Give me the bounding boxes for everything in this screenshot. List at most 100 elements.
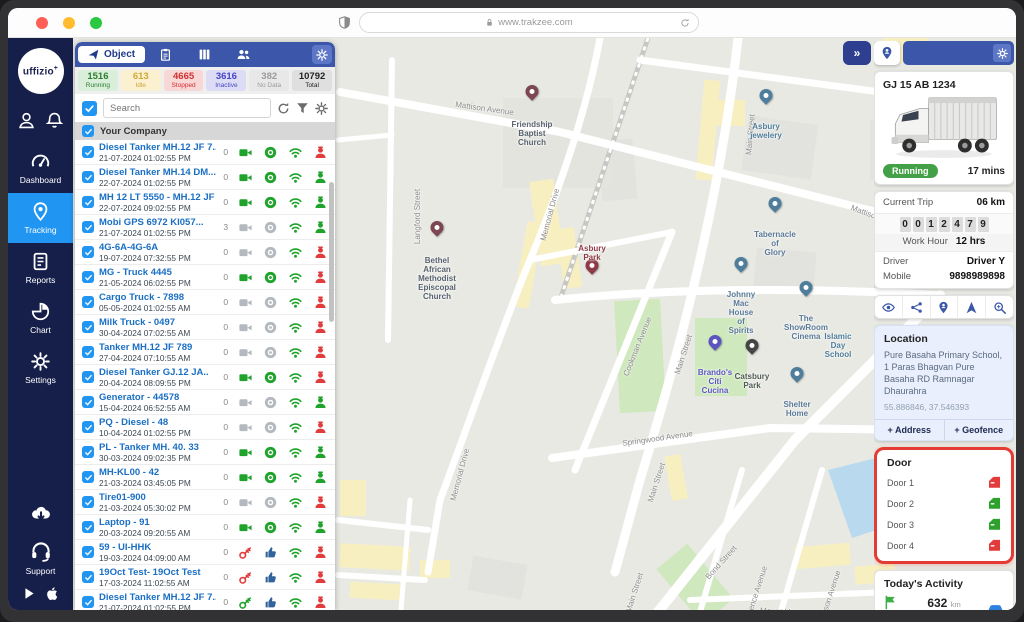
sidebar-item-support[interactable]: Support: [8, 535, 73, 581]
vehicle-row[interactable]: Tire01-90021-03-2024 05:30:02 PM0: [75, 490, 335, 515]
vehicle-name[interactable]: Diesel Tanker MH.12 JF 7...: [99, 142, 216, 153]
driver-icon[interactable]: [314, 521, 327, 534]
power-icon[interactable]: [264, 196, 277, 209]
apple-icon[interactable]: [46, 587, 59, 600]
power-icon[interactable]: [264, 321, 277, 334]
vehicle-checkbox[interactable]: [82, 346, 94, 358]
vehicle-row[interactable]: Diesel Tanker MH.12 JF 7...21-07-2024 01…: [75, 590, 335, 610]
traffic-lights[interactable]: [36, 17, 102, 29]
person-pin-tab[interactable]: [874, 41, 900, 65]
camera-icon[interactable]: [239, 171, 252, 184]
wifi-icon[interactable]: [289, 146, 302, 159]
stat-total[interactable]: 10792Total: [292, 70, 332, 91]
key-icon[interactable]: [239, 571, 252, 584]
vehicle-name[interactable]: MH 12 LT 5550 - MH.12 JF 7...: [99, 192, 216, 203]
apple-icon[interactable]: [46, 587, 59, 600]
vehicle-name[interactable]: 59 - UI-HHK: [99, 542, 216, 553]
camera-icon[interactable]: [239, 446, 252, 459]
stat-idle[interactable]: 613Idle: [121, 70, 161, 91]
sidebar-item-download[interactable]: [8, 497, 73, 529]
vehicle-row[interactable]: 59 - UI-HHK19-03-2024 04:09:00 AM0: [75, 540, 335, 565]
vehicle-card[interactable]: GJ 15 AB 1234 Running 17 mins: [874, 71, 1014, 185]
power-icon[interactable]: [264, 396, 277, 409]
url-bar[interactable]: www.trakzee.com: [359, 12, 699, 33]
refresh-icon[interactable]: [277, 102, 290, 115]
camera-icon[interactable]: [239, 521, 252, 534]
search-input[interactable]: [103, 98, 271, 118]
camera-icon[interactable]: [239, 271, 252, 284]
sidebar-item-settings[interactable]: Settings: [8, 343, 73, 393]
vehicle-row[interactable]: MG - Truck 444521-05-2024 06:02:55 PM0: [75, 265, 335, 290]
driver-icon[interactable]: [314, 546, 327, 559]
thumb-icon[interactable]: [264, 546, 277, 559]
wifi-icon[interactable]: [289, 196, 302, 209]
vehicle-checkbox[interactable]: [82, 571, 94, 583]
select-all-checkbox[interactable]: [82, 101, 97, 116]
share-button[interactable]: [903, 296, 931, 318]
tab-clipboard[interactable]: [147, 45, 184, 64]
power-icon[interactable]: [264, 146, 277, 159]
vehicle-checkbox[interactable]: [82, 546, 94, 558]
wifi-icon[interactable]: [289, 221, 302, 234]
vehicle-row[interactable]: MH-KL00 - 4221-03-2024 03:45:05 PM0: [75, 465, 335, 490]
vehicle-name[interactable]: MG - Truck 4445: [99, 267, 216, 278]
list-scrollbar[interactable]: [329, 182, 334, 322]
driver-icon[interactable]: [314, 371, 327, 384]
vehicle-name[interactable]: Mobi GPS 6972 KI057...: [99, 217, 216, 228]
eye-button[interactable]: [875, 296, 903, 318]
wifi-icon[interactable]: [289, 496, 302, 509]
vehicle-row[interactable]: Mobi GPS 6972 KI057...21-07-2024 01:02:5…: [75, 215, 335, 240]
zoom-search-button[interactable]: [986, 296, 1013, 318]
driver-icon[interactable]: [314, 596, 327, 609]
camera-icon[interactable]: [239, 246, 252, 259]
vehicle-row[interactable]: 19Oct Test- 19Oct Test17-03-2024 11:02:5…: [75, 565, 335, 590]
vehicle-checkbox[interactable]: [82, 221, 94, 233]
sidebar-item-tracking[interactable]: Tracking: [8, 193, 73, 243]
company-checkbox[interactable]: [82, 125, 94, 137]
close-button[interactable]: [36, 17, 48, 29]
sidebar-item-dashboard[interactable]: Dashboard: [8, 143, 73, 193]
wifi-icon[interactable]: [289, 571, 302, 584]
driver-icon[interactable]: [314, 421, 327, 434]
key-icon[interactable]: [239, 596, 252, 609]
wifi-icon[interactable]: [289, 171, 302, 184]
vehicle-name[interactable]: Cargo Truck - 7898: [99, 292, 216, 303]
vehicle-row[interactable]: PQ - Diesel - 4810-04-2024 01:02:55 PM0: [75, 415, 335, 440]
vehicle-checkbox[interactable]: [82, 396, 94, 408]
vehicle-row[interactable]: PL - Tanker MH. 40. 3330-03-2024 09:02:3…: [75, 440, 335, 465]
driver-icon[interactable]: [314, 496, 327, 509]
vehicle-name[interactable]: 19Oct Test- 19Oct Test: [99, 567, 216, 578]
bell-icon[interactable]: [46, 112, 63, 129]
wifi-icon[interactable]: [289, 271, 302, 284]
wifi-icon[interactable]: [289, 446, 302, 459]
thumb-icon[interactable]: [264, 571, 277, 584]
sidebar-item-chart[interactable]: Chart: [8, 293, 73, 343]
key-icon[interactable]: [239, 546, 252, 559]
vehicle-row[interactable]: Generator - 4457815-04-2024 06:52:55 AM0: [75, 390, 335, 415]
vehicle-checkbox[interactable]: [82, 371, 94, 383]
gear-icon[interactable]: [315, 102, 328, 115]
vehicle-name[interactable]: Diesel Tanker MH.12 JF 7...: [99, 592, 216, 603]
power-icon[interactable]: [264, 271, 277, 284]
vehicle-row[interactable]: Tanker MH.12 JF 78927-04-2024 07:10:55 A…: [75, 340, 335, 365]
wifi-icon[interactable]: [289, 371, 302, 384]
vehicle-name[interactable]: Tire01-900: [99, 492, 216, 503]
driver-icon[interactable]: [314, 471, 327, 484]
driver-icon[interactable]: [314, 221, 327, 234]
reload-icon[interactable]: [680, 18, 690, 28]
tab-object[interactable]: Object: [78, 46, 145, 63]
minimize-button[interactable]: [63, 17, 75, 29]
camera-icon[interactable]: [239, 471, 252, 484]
power-icon[interactable]: [264, 446, 277, 459]
wifi-icon[interactable]: [289, 396, 302, 409]
camera-icon[interactable]: [239, 296, 252, 309]
camera-icon[interactable]: [239, 496, 252, 509]
power-icon[interactable]: [264, 496, 277, 509]
driver-icon[interactable]: [314, 296, 327, 309]
vehicle-name[interactable]: Tanker MH.12 JF 789: [99, 342, 216, 353]
driver-icon[interactable]: [314, 246, 327, 259]
gear-icon[interactable]: [993, 44, 1011, 62]
thumb-icon[interactable]: [264, 596, 277, 609]
driver-icon[interactable]: [314, 346, 327, 359]
wifi-icon[interactable]: [289, 596, 302, 609]
